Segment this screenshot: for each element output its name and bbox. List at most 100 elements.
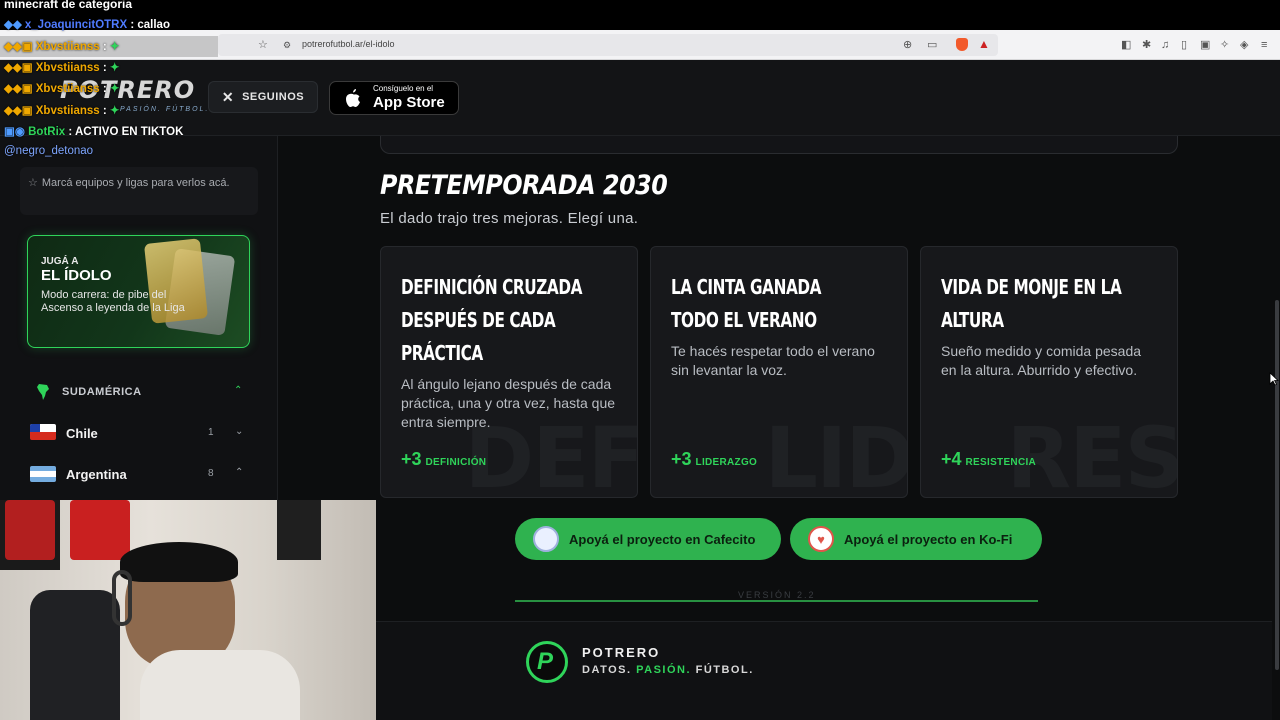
site-info-icon[interactable]: ⚙ <box>283 38 291 52</box>
chat-message: ◆◆ x_JoaquincitOTRX : callao <box>4 18 170 32</box>
promo-description: Modo carrera: de pibe del Ascenso a leye… <box>41 289 185 314</box>
cafecito-button[interactable]: Apoyá el proyecto en Cafecito <box>515 518 781 560</box>
chat-user: x_JoaquincitOTRX <box>24 19 128 31</box>
card-description: Sueño medido y comida pesada en la altur… <box>941 343 1142 378</box>
chat-text: : ACTIVO EN TIKTOK <box>68 126 184 138</box>
previous-section-edge <box>380 136 1178 154</box>
badge-icon: ◆◆ <box>4 19 25 31</box>
extension-icon[interactable]: ◧ <box>1121 38 1131 52</box>
vpn-icon[interactable]: ◈ <box>1240 38 1248 52</box>
badge-icon: ◆◆▣ <box>4 41 36 53</box>
bonus-value: +3 <box>401 449 422 469</box>
chevron-down-icon[interactable]: ⌄ <box>235 426 243 437</box>
wallet-icon[interactable]: ▣ <box>1200 38 1210 52</box>
chat-user: Xbvstiianss <box>35 41 100 53</box>
bookmark-icon[interactable]: ☆ <box>258 38 268 52</box>
cast-icon[interactable]: ▭ <box>927 38 937 52</box>
promo-title: EL ÍDOLO <box>41 267 112 284</box>
stream-title-bar <box>0 0 1280 30</box>
rewards-icon[interactable]: ▲ <box>978 37 990 51</box>
card-bonus: +4 RESISTENCIA <box>941 449 1036 470</box>
chat-text: : callao <box>130 19 170 31</box>
star-icon: ☆ <box>28 177 38 189</box>
chevron-up-icon[interactable]: ⌃ <box>234 385 242 396</box>
favorites-hint-text: Marcá equipos y ligas para verlos acá. <box>41 177 230 189</box>
chat-user: Xbvstiianss <box>35 105 100 117</box>
puzzle-icon[interactable]: ✱ <box>1142 38 1151 52</box>
stream-title: minecraft de categoria <box>4 0 133 11</box>
chat-message: ◆◆▣ Xbvstiianss : ✦ <box>4 82 120 96</box>
bonus-stat: LIDERAZGO <box>695 457 758 468</box>
card-title: LA CINTA GANADA TODO EL VERANO <box>671 275 822 332</box>
country-chile[interactable]: Chile <box>66 426 98 441</box>
page-title: PRETEMPORADA 2030 <box>380 170 668 201</box>
emote-icon: ✦ <box>109 41 120 53</box>
webcam-feed <box>0 500 376 720</box>
chat-message: ▣◉ BotRix : ACTIVO EN TIKTOK <box>4 125 183 139</box>
card-bonus: +3 DEFINICIÓN <box>401 449 486 470</box>
emote-icon: ✦ <box>109 62 120 74</box>
south-america-icon <box>37 384 49 400</box>
chat-message: ◆◆▣ Xbvstiianss : ✦ <box>4 104 120 118</box>
favorites-hint-box <box>20 167 258 215</box>
ai-icon[interactable]: ✧ <box>1220 38 1229 52</box>
region-label: SUDAMÉRICA <box>62 386 142 398</box>
page-subtitle: El dado trajo tres mejoras. Elegí una. <box>380 210 639 227</box>
emote-icon: ✦ <box>109 83 120 95</box>
chile-flag-icon <box>30 424 56 440</box>
argentina-flag-icon <box>30 466 56 482</box>
country-argentina[interactable]: Argentina <box>66 467 127 482</box>
app-store-big-text: App Store <box>373 94 445 111</box>
music-icon[interactable]: ♫ <box>1161 38 1169 52</box>
cafecito-icon <box>533 526 559 552</box>
chat-user: Xbvstiianss <box>35 62 100 74</box>
bonus-stat: DEFINICIÓN <box>425 457 487 468</box>
badge-icon: ◆◆▣ <box>4 83 36 95</box>
footer-brand: POTRERO <box>582 645 661 660</box>
chat-text: : <box>102 41 107 53</box>
bonus-value: +3 <box>671 449 692 469</box>
chat-message: @negro_detonao <box>4 144 93 158</box>
version-divider <box>515 600 1038 602</box>
upgrade-card-definicion[interactable]: DEF DEFINICIÓN CRUZADA DESPUÉS DE CADA P… <box>380 246 638 498</box>
bonus-stat: RESISTENCIA <box>965 457 1037 468</box>
cafecito-label: Apoyá el proyecto en Cafecito <box>569 531 756 547</box>
chat-text: : <box>102 62 107 74</box>
follow-x-button[interactable]: ✕ SEGUINOS <box>208 81 318 113</box>
chat-user: BotRix <box>28 126 66 138</box>
upgrade-card-liderazgo[interactable]: LID LA CINTA GANADA TODO EL VERANO Te ha… <box>650 246 908 498</box>
footer-tag-futbol: FÚTBOL. <box>695 664 754 676</box>
chat-text: : <box>102 83 107 95</box>
zoom-icon[interactable]: ⊕ <box>903 38 912 52</box>
card-bonus: +3 LIDERAZGO <box>671 449 757 470</box>
country-count: 8 <box>208 468 214 479</box>
footer-tagline: DATOS. PASIÓN. FÚTBOL. <box>582 664 754 676</box>
badge-icon: ◆◆▣ <box>4 105 36 117</box>
bonus-value: +4 <box>941 449 962 469</box>
version-label: VERSIÓN 2.2 <box>738 590 816 600</box>
apple-icon <box>346 89 360 107</box>
scrollbar-thumb[interactable] <box>1275 300 1279 670</box>
url-text[interactable]: potrerofutbol.ar/el-idolo <box>302 39 395 49</box>
site-footer <box>376 621 1280 720</box>
kofi-icon: ♥ <box>808 526 834 552</box>
sidebar-toggle-icon[interactable]: ▯ <box>1181 38 1187 52</box>
card-title: DEFINICIÓN CRUZADA DESPUÉS DE CADA PRÁCT… <box>401 275 583 365</box>
brave-shield-icon[interactable] <box>956 38 968 51</box>
footer-tag-pasion: PASIÓN. <box>636 664 692 676</box>
chevron-up-icon[interactable]: ⌃ <box>235 467 243 478</box>
chat-message: ◆◆▣ Xbvstiianss : ✦ <box>4 61 120 75</box>
kofi-button[interactable]: ♥ Apoyá el proyecto en Ko-Fi <box>790 518 1042 560</box>
card-description: Al ángulo lejano después de cada práctic… <box>401 376 616 430</box>
upgrade-card-resistencia[interactable]: RES VIDA DE MONJE EN LA ALTURA Sueño med… <box>920 246 1178 498</box>
mouse-cursor-icon <box>1269 372 1279 386</box>
badge-icon: ◆◆▣ <box>4 62 36 74</box>
menu-icon[interactable]: ≡ <box>1261 38 1267 52</box>
country-count: 1 <box>208 427 214 438</box>
card-description: Te hacés respetar todo el verano sin lev… <box>671 343 875 378</box>
follow-label: SEGUINOS <box>242 91 305 103</box>
chat-text: : <box>102 105 107 117</box>
site-logo-tagline: PASIÓN. FÚTBOL. <box>120 106 210 113</box>
app-store-small-text: Consíguelo en el <box>373 84 434 93</box>
footer-logo-icon[interactable]: P <box>526 641 568 683</box>
